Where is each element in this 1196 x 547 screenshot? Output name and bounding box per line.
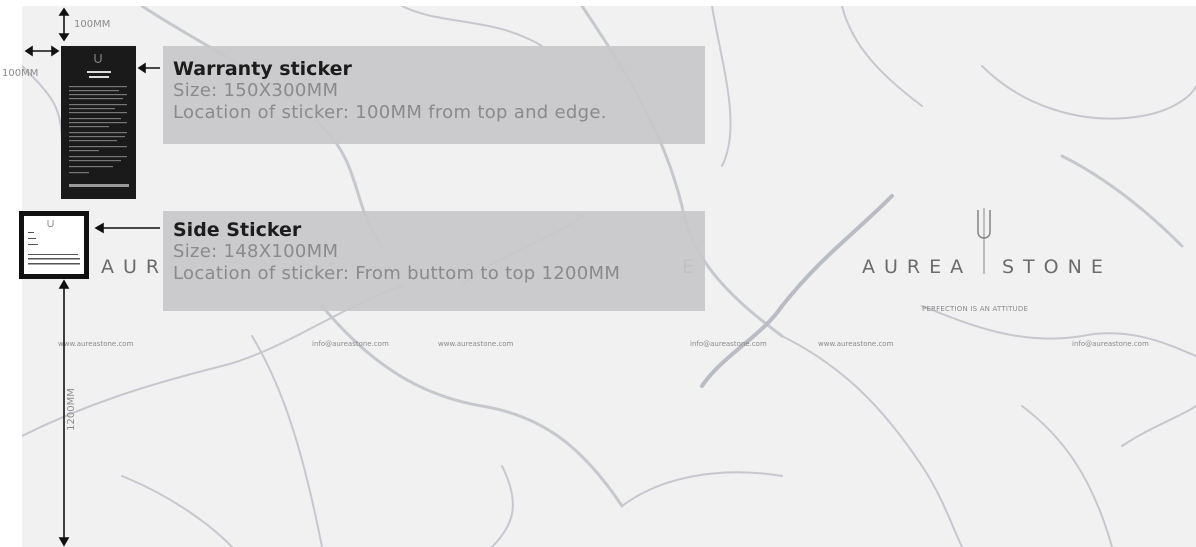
side-callout-size: Size: 148X100MM bbox=[173, 241, 339, 262]
side-callout-title: Side Sticker bbox=[173, 219, 302, 241]
top-offset-label: 100MM bbox=[74, 19, 111, 30]
warranty-sticker-callout: Warranty sticker Size: 150X300MM Locatio… bbox=[163, 46, 705, 144]
side-callout-location: Location of sticker: From buttom to top … bbox=[173, 263, 621, 284]
vertical-height-label: 1200MM bbox=[65, 388, 77, 431]
warranty-callout-size: Size: 150X300MM bbox=[173, 80, 339, 101]
warranty-callout-title: Warranty sticker bbox=[173, 58, 352, 80]
warranty-callout-location: Location of sticker: 100MM from top and … bbox=[173, 102, 607, 123]
side-sticker-callout: Side Sticker Size: 148X100MM Location of… bbox=[163, 211, 705, 311]
sticker-placement-diagram: AUR E AUREA STONE PERFECTION IS AN ATTIT… bbox=[0, 0, 1196, 547]
edge-offset-label: 100MM bbox=[2, 68, 39, 79]
